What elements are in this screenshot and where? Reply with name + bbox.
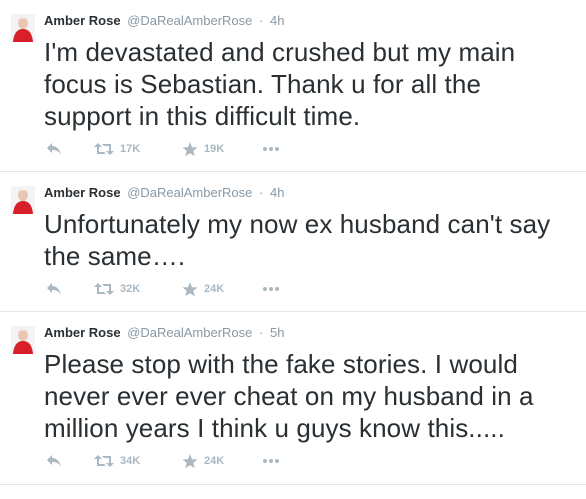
reply-icon [47, 143, 61, 155]
author-name[interactable]: Amber Rose [44, 185, 121, 200]
tweet[interactable]: Amber Rose @DaRealAmberRose · 5h Please … [0, 312, 586, 485]
avatar[interactable] [11, 326, 35, 354]
author-name[interactable]: Amber Rose [44, 13, 121, 28]
reply-icon [47, 455, 61, 467]
retweet-button[interactable]: 32K [94, 281, 140, 297]
reply-button[interactable] [46, 141, 62, 157]
tweet-timeline: Amber Rose @DaRealAmberRose · 4h I'm dev… [0, 0, 586, 499]
tweet-header: Amber Rose @DaRealAmberRose · 4h [44, 13, 284, 29]
more-button[interactable] [262, 281, 280, 297]
favorite-button[interactable]: 19K [182, 141, 224, 157]
favorite-count: 24K [204, 455, 225, 467]
tweet-header: Amber Rose @DaRealAmberRose · 4h [44, 185, 284, 201]
star-icon [182, 141, 198, 156]
reply-button[interactable] [46, 453, 62, 469]
favorite-button[interactable]: 24K [182, 281, 224, 297]
avatar[interactable] [11, 186, 35, 214]
more-dots-icon [263, 147, 279, 151]
star-icon [182, 281, 198, 296]
retweet-button[interactable]: 17K [94, 141, 140, 157]
retweet-icon [94, 143, 114, 155]
tweet-header: Amber Rose @DaRealAmberRose · 5h [44, 325, 284, 341]
separator-dot: · [259, 185, 264, 200]
retweet-icon [94, 283, 114, 295]
avatar[interactable] [11, 14, 35, 42]
tweet[interactable]: Amber Rose @DaRealAmberRose · 4h Unfortu… [0, 172, 586, 312]
reply-button[interactable] [46, 281, 62, 297]
reply-icon [47, 283, 61, 295]
retweet-count: 32K [120, 283, 141, 295]
author-name[interactable]: Amber Rose [44, 325, 121, 340]
tweet-text: Please stop with the fake stories. I wou… [44, 349, 534, 443]
separator-dot: · [259, 325, 264, 340]
favorite-button[interactable]: 24K [182, 453, 224, 469]
tweet-timestamp[interactable]: 4h [270, 185, 284, 200]
more-dots-icon [263, 459, 279, 463]
retweet-count: 17K [120, 143, 141, 155]
retweet-icon [94, 455, 114, 467]
more-dots-icon [263, 287, 279, 291]
favorite-count: 24K [204, 283, 225, 295]
favorite-count: 19K [204, 143, 225, 155]
tweet-timestamp[interactable]: 5h [270, 325, 284, 340]
author-handle[interactable]: @DaRealAmberRose [127, 13, 252, 28]
tweet-timestamp[interactable]: 4h [270, 13, 284, 28]
separator-dot: · [259, 13, 264, 28]
tweet[interactable]: Amber Rose @DaRealAmberRose · 4h I'm dev… [0, 0, 586, 172]
tweet-text: I'm devastated and crushed but my main f… [44, 37, 516, 131]
author-handle[interactable]: @DaRealAmberRose [127, 325, 252, 340]
retweet-count: 34K [120, 455, 141, 467]
retweet-button[interactable]: 34K [94, 453, 140, 469]
author-handle[interactable]: @DaRealAmberRose [127, 185, 252, 200]
star-icon [182, 453, 198, 468]
more-button[interactable] [262, 453, 280, 469]
tweet-text: Unfortunately my now ex husband can't sa… [44, 209, 551, 271]
more-button[interactable] [262, 141, 280, 157]
